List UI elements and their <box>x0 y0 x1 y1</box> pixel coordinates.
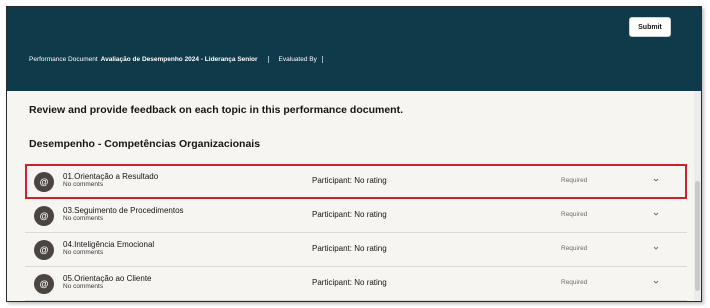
document-header: Submit Performance Document Avaliação de… <box>7 7 701 91</box>
topic-row[interactable]: @ 05.Orientação ao Cliente No comments P… <box>25 267 687 301</box>
topic-row[interactable]: @ 01.Orientação a Resultado No comments … <box>25 164 687 199</box>
chevron-down-icon[interactable] <box>652 176 660 184</box>
topic-comments: No comments <box>63 181 104 188</box>
topic-avatar-icon: @ <box>34 240 54 260</box>
divider <box>267 56 269 63</box>
vertical-scrollbar[interactable] <box>694 91 701 301</box>
topic-title[interactable]: 05.Orientação ao Cliente <box>63 274 152 283</box>
topic-title[interactable]: 04.Inteligência Emocional <box>63 240 154 249</box>
document-name: Avaliação de Desempenho 2024 - Liderança… <box>100 56 258 63</box>
participant-rating: Participant: No rating <box>312 210 387 219</box>
divider <box>321 56 323 63</box>
topic-title[interactable]: 01.Orientação a Resultado <box>63 172 158 181</box>
participant-rating: Participant: No rating <box>312 244 387 253</box>
topic-row[interactable]: @ 03.Seguimento de Procedimentos No comm… <box>25 199 687 233</box>
evaluated-by-label: Evaluated By <box>278 56 317 63</box>
topic-avatar-icon: @ <box>34 172 54 192</box>
document-info: Performance Document Avaliação de Desemp… <box>29 56 323 63</box>
topic-avatar-icon: @ <box>34 206 54 226</box>
required-badge: Required <box>561 279 588 286</box>
chevron-down-icon[interactable] <box>652 210 660 218</box>
required-badge: Required <box>561 177 588 184</box>
participant-rating: Participant: No rating <box>312 278 387 287</box>
app-frame: Submit Performance Document Avaliação de… <box>6 6 702 302</box>
required-badge: Required <box>561 245 588 252</box>
page-instruction: Review and provide feedback on each topi… <box>29 104 404 116</box>
scrollbar-thumb[interactable] <box>695 181 700 291</box>
chevron-down-icon[interactable] <box>652 244 660 252</box>
performance-document-label: Performance Document <box>29 56 98 63</box>
topic-comments: No comments <box>63 249 104 256</box>
topic-title[interactable]: 03.Seguimento de Procedimentos <box>63 206 184 215</box>
section-title: Desempenho - Competências Organizacionai… <box>29 138 261 150</box>
topic-list: @ 01.Orientação a Resultado No comments … <box>25 164 687 301</box>
required-badge: Required <box>561 211 588 218</box>
topic-comments: No comments <box>63 283 104 290</box>
participant-rating: Participant: No rating <box>312 176 387 185</box>
topic-avatar-icon: @ <box>34 274 54 294</box>
topic-comments: No comments <box>63 215 104 222</box>
chevron-down-icon[interactable] <box>652 278 660 286</box>
topic-row[interactable]: @ 04.Inteligência Emocional No comments … <box>25 233 687 267</box>
submit-button[interactable]: Submit <box>629 17 671 37</box>
